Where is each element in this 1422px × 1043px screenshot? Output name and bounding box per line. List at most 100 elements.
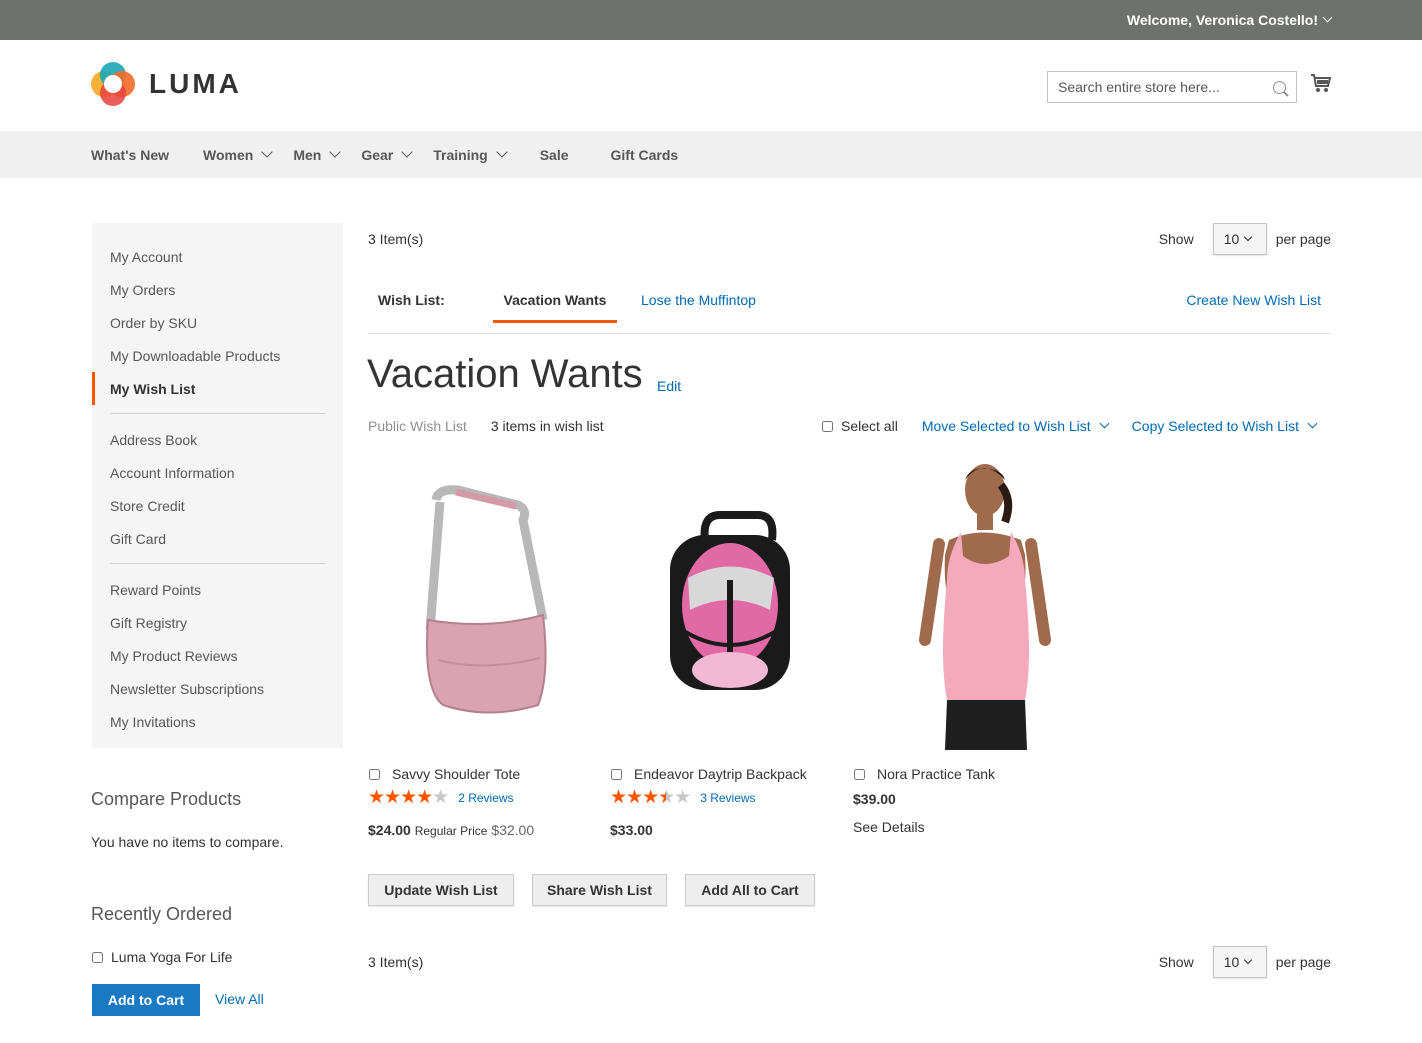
visibility-label: Public Wish List: [368, 418, 467, 434]
sidebar-item-account-information[interactable]: Account Information: [92, 456, 343, 489]
product-rating: ★★★★★ 3 Reviews: [610, 787, 850, 808]
toolbar-bottom: 3 Item(s) Show 10 per page: [368, 945, 1331, 979]
account-sidebar: My Account My Orders Order by SKU My Dow…: [92, 223, 343, 748]
wishlist-meta: Public Wish List 3 items in wish list: [368, 418, 604, 434]
rating-stars: ★★★★★: [368, 787, 449, 808]
product-name-row: Nora Practice Tank: [853, 766, 1093, 782]
edit-wishlist-link[interactable]: Edit: [657, 378, 681, 394]
search-box: [1047, 71, 1297, 103]
tab-lose-the-muffintop[interactable]: Lose the Muffintop: [641, 292, 756, 308]
sidebar-item-store-credit[interactable]: Store Credit: [92, 489, 343, 522]
sidebar-item-my-orders[interactable]: My Orders: [92, 273, 343, 306]
product-item: Nora Practice Tank $39.00 See Details: [853, 460, 1093, 835]
regular-price-label: Regular Price: [414, 824, 488, 838]
limiter: Show 10 per page: [1159, 946, 1331, 978]
nav-men[interactable]: Men: [293, 145, 341, 163]
limiter: Show 10 per page: [1159, 223, 1331, 255]
recent-item-checkbox[interactable]: [92, 951, 103, 963]
chevron-down-icon: [496, 145, 508, 158]
product-name-row: Endeavor Daytrip Backpack: [610, 766, 850, 782]
product-name[interactable]: Endeavor Daytrip Backpack: [634, 766, 807, 782]
product-item: Savvy Shoulder Tote ★★★★★ 2 Reviews $24.…: [368, 460, 608, 838]
product-image[interactable]: [853, 460, 1093, 750]
final-price: $33.00: [610, 822, 653, 838]
sidebar-item-downloadable-products[interactable]: My Downloadable Products: [92, 339, 343, 372]
sidebar-item-my-wish-list[interactable]: My Wish List: [92, 372, 343, 405]
product-price: $24.00 Regular Price $32.00: [368, 822, 608, 838]
sidebar-item-address-book[interactable]: Address Book: [92, 423, 343, 456]
product-price: $39.00: [853, 791, 1093, 807]
logo[interactable]: LUMA: [91, 62, 242, 106]
final-price: $39.00: [853, 791, 896, 807]
add-to-cart-button[interactable]: Add to Cart: [92, 984, 200, 1016]
search-input[interactable]: [1058, 79, 1273, 95]
rating-stars: ★★★★★: [610, 787, 691, 808]
sidebar-item-invitations[interactable]: My Invitations: [92, 705, 343, 738]
sidebar-divider: [110, 563, 325, 564]
product-checkbox[interactable]: [611, 768, 622, 780]
product-rating: ★★★★★ 2 Reviews: [368, 787, 608, 808]
sidebar-item-gift-card[interactable]: Gift Card: [92, 522, 343, 555]
select-all-label[interactable]: Select all: [841, 418, 898, 434]
add-all-to-cart-button[interactable]: Add All to Cart: [685, 874, 815, 906]
show-label: Show: [1158, 954, 1194, 970]
product-name[interactable]: Savvy Shoulder Tote: [392, 766, 520, 782]
nav-women[interactable]: Women: [203, 145, 273, 163]
limit-select[interactable]: 10: [1212, 946, 1267, 978]
product-image[interactable]: [368, 460, 608, 750]
create-wishlist-link[interactable]: Create New Wish List: [1186, 292, 1321, 308]
select-all-checkbox[interactable]: [822, 420, 833, 432]
tab-vacation-wants[interactable]: Vacation Wants: [493, 280, 617, 323]
nav-gift-cards[interactable]: Gift Cards: [611, 147, 679, 163]
per-page-label: per page: [1275, 231, 1331, 247]
wishlist-count: 3 items in wish list: [490, 418, 604, 434]
chevron-down-icon[interactable]: [1322, 12, 1333, 22]
chevron-down-icon: [1244, 955, 1253, 965]
compare-title: Compare Products: [91, 789, 242, 809]
reviews-link[interactable]: 2 Reviews: [458, 791, 513, 805]
chevron-down-icon: [401, 145, 413, 158]
see-details-link[interactable]: See Details: [853, 819, 1093, 835]
regular-price: $32.00: [491, 822, 535, 838]
page-title: Vacation Wants: [367, 352, 643, 396]
recently-ordered-title: Recently Ordered: [91, 904, 233, 924]
reviews-link[interactable]: 3 Reviews: [700, 791, 755, 805]
main-navigation: What's New Women Men Gear Training Sale …: [0, 131, 1422, 178]
update-wishlist-button[interactable]: Update Wish List: [368, 874, 514, 906]
nav-gear[interactable]: Gear: [361, 145, 413, 163]
sidebar-item-newsletter[interactable]: Newsletter Subscriptions: [92, 672, 343, 705]
product-image[interactable]: [610, 460, 850, 750]
nav-training[interactable]: Training: [433, 145, 508, 163]
item-count: 3 Item(s): [368, 954, 424, 970]
share-wishlist-button[interactable]: Share Wish List: [532, 874, 667, 906]
search-icon[interactable]: [1273, 80, 1286, 94]
welcome-message[interactable]: Welcome, Veronica Costello!: [1127, 12, 1318, 28]
product-checkbox[interactable]: [369, 768, 380, 780]
product-checkbox[interactable]: [854, 768, 865, 780]
wishlist-tabs-label: Wish List:: [378, 292, 445, 308]
recent-item[interactable]: Luma Yoga For Life: [92, 949, 232, 965]
sidebar-item-gift-registry[interactable]: Gift Registry: [92, 606, 343, 639]
limit-select[interactable]: 10: [1212, 223, 1267, 255]
sidebar-item-order-by-sku[interactable]: Order by SKU: [92, 306, 343, 339]
chevron-down-icon: [261, 145, 273, 158]
header: LUMA: [0, 40, 1422, 131]
compare-empty-text: You have no items to compare.: [91, 834, 284, 850]
chevron-down-icon: [329, 145, 341, 158]
chevron-down-icon: [1099, 418, 1110, 428]
view-all-link[interactable]: View All: [215, 991, 264, 1007]
product-price: $33.00: [610, 822, 850, 838]
sidebar-item-product-reviews[interactable]: My Product Reviews: [92, 639, 343, 672]
sidebar-divider: [110, 413, 325, 414]
nav-whats-new[interactable]: What's New: [91, 147, 169, 163]
chevron-down-icon: [1244, 232, 1253, 242]
final-price: $24.00: [368, 822, 411, 838]
sidebar-item-my-account[interactable]: My Account: [92, 240, 343, 273]
nav-sale[interactable]: Sale: [540, 147, 569, 163]
product-name[interactable]: Nora Practice Tank: [877, 766, 995, 782]
show-label: Show: [1158, 231, 1194, 247]
sidebar-item-reward-points[interactable]: Reward Points: [92, 573, 343, 606]
cart-icon[interactable]: [1310, 72, 1332, 94]
copy-selected-dropdown[interactable]: Copy Selected to Wish List: [1132, 418, 1318, 434]
move-selected-dropdown[interactable]: Move Selected to Wish List: [922, 418, 1110, 434]
